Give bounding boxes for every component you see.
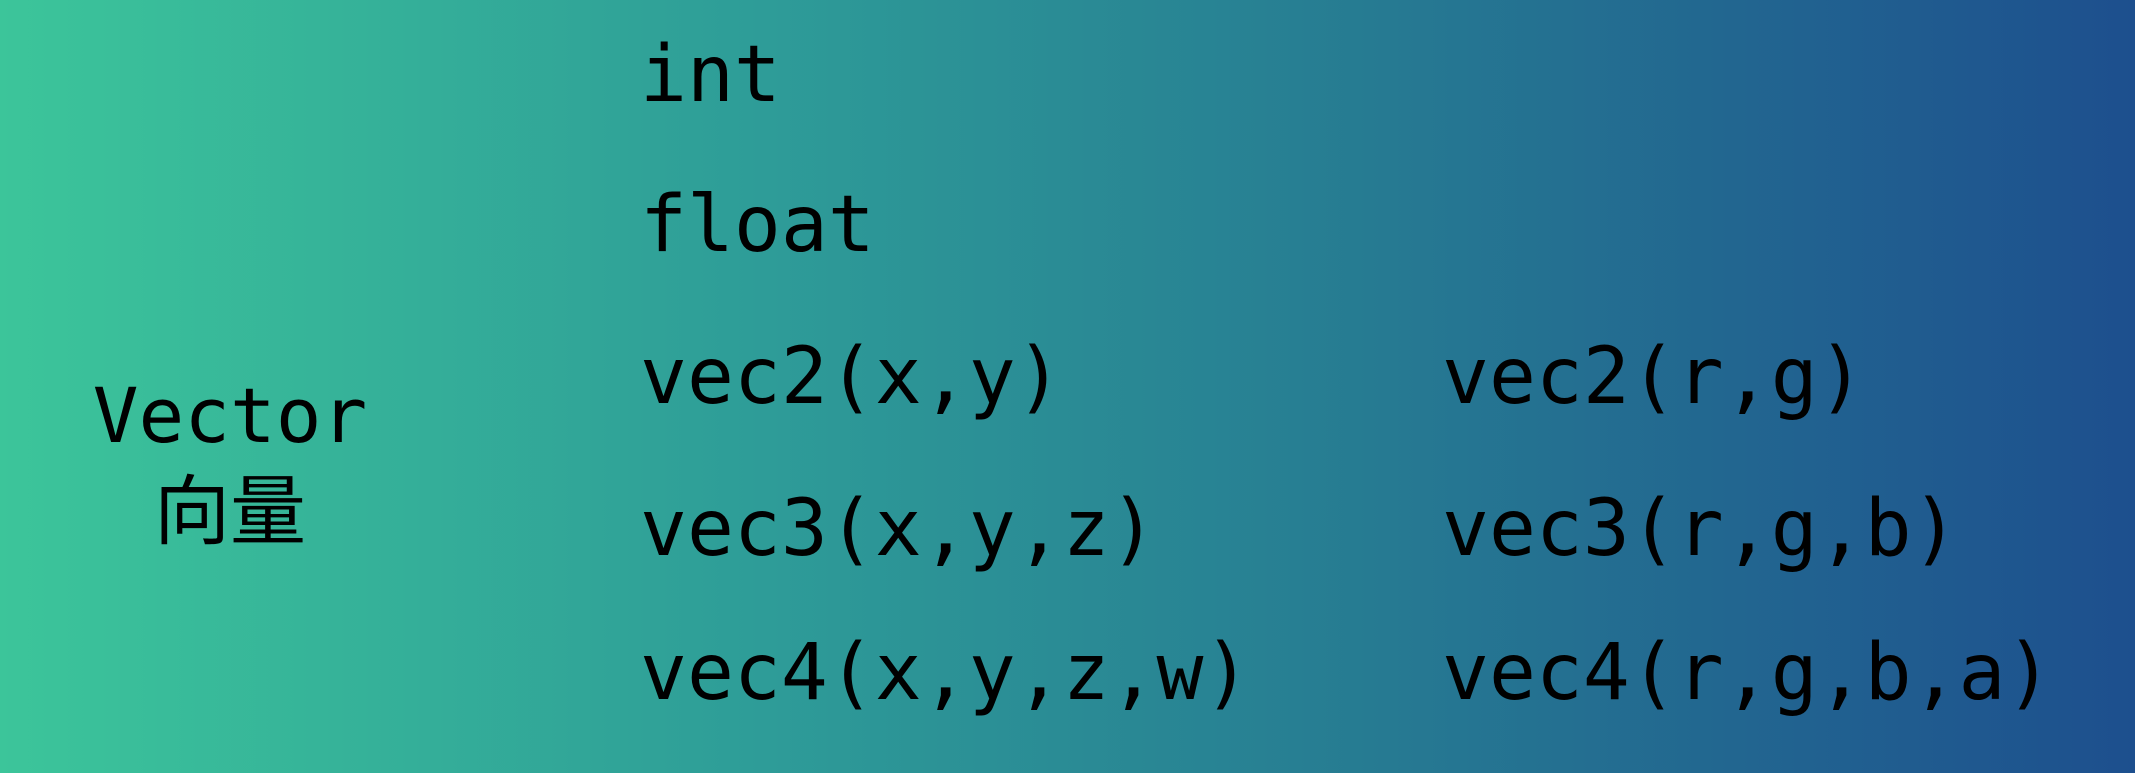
vector-label: Vector 向量 [50,370,410,562]
type-vec2-rg: vec2(r,g) [1442,332,1865,422]
type-vec2-xy: vec2(x,y) [640,332,1063,422]
type-int: int [640,30,781,120]
type-vec4-xyzw: vec4(x,y,z,w) [640,628,1251,718]
label-chinese: 向量 [154,467,306,556]
type-float: float [640,180,875,270]
type-vec3-xyz: vec3(x,y,z) [640,484,1157,574]
type-vec4-rgba: vec4(r,g,b,a) [1442,628,2053,718]
type-vec3-rgb: vec3(r,g,b) [1442,484,1959,574]
label-english: Vector [92,371,368,460]
slide: Vector 向量 int float vec2(x,y) vec3(x,y,z… [0,0,2135,773]
